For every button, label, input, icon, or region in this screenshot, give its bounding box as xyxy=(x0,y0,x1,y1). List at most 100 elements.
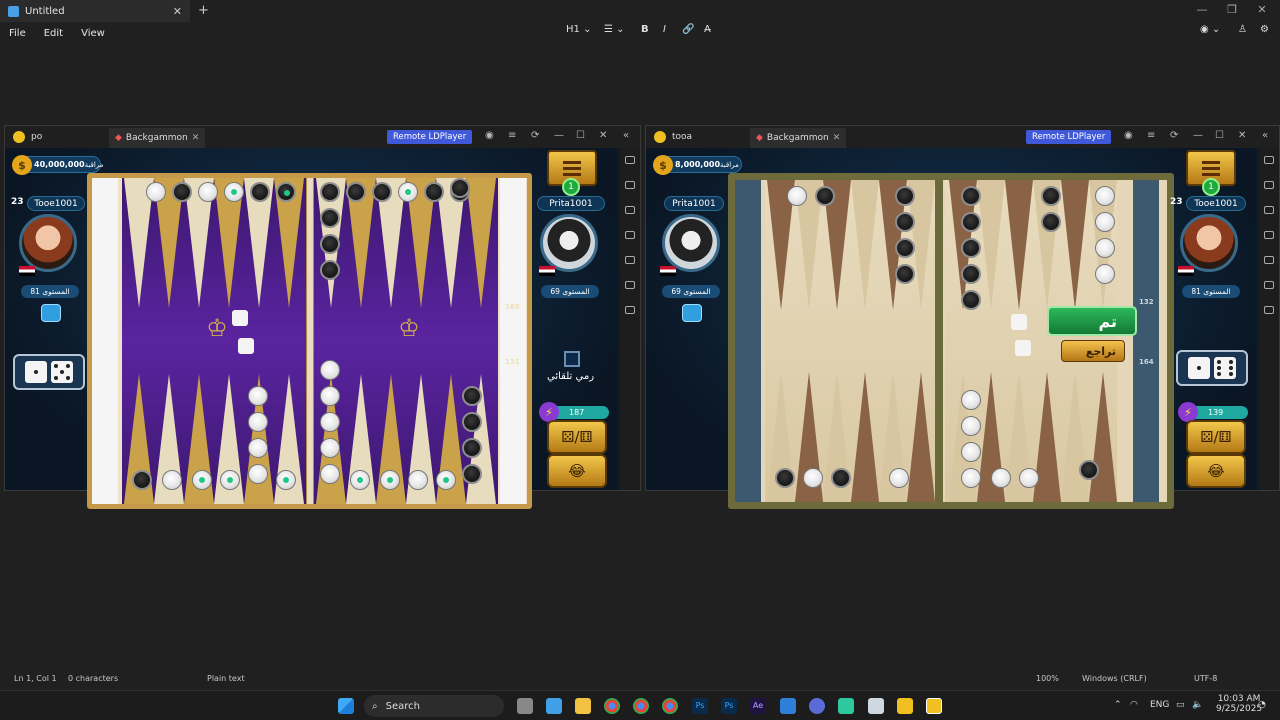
checker[interactable] xyxy=(961,264,981,284)
zoom-level[interactable]: 100% xyxy=(1036,674,1059,683)
checker[interactable] xyxy=(220,470,240,490)
screenshot-icon[interactable] xyxy=(625,256,635,264)
backgammon-board[interactable]: ♔ ♔ 169 131 xyxy=(87,173,532,509)
checker[interactable] xyxy=(172,182,192,202)
checker[interactable] xyxy=(320,412,340,432)
cursor-position[interactable]: Ln 1, Col 1 xyxy=(14,674,57,683)
checker[interactable] xyxy=(961,290,981,310)
checker[interactable] xyxy=(380,470,400,490)
maximize-icon[interactable]: ❐ xyxy=(1222,3,1242,16)
app-icon[interactable] xyxy=(838,698,854,714)
menu-edit[interactable]: Edit xyxy=(35,28,72,39)
checker[interactable] xyxy=(462,438,482,458)
board-point[interactable] xyxy=(851,180,879,310)
chevron-up-icon[interactable]: ⌃ xyxy=(1114,700,1122,710)
player-avatar[interactable] xyxy=(662,214,720,272)
collapse-icon[interactable]: « xyxy=(1262,130,1268,141)
checker[interactable] xyxy=(1095,186,1115,206)
checker[interactable] xyxy=(146,182,166,202)
double-dice-button[interactable]: ⚄/⚅ xyxy=(547,420,607,454)
checker[interactable] xyxy=(961,390,981,410)
network-icon[interactable]: ▭ xyxy=(1176,700,1185,710)
collapse-icon[interactable]: « xyxy=(623,130,629,141)
bold-button[interactable]: B xyxy=(641,24,649,35)
close-icon[interactable]: ✕ xyxy=(599,130,607,141)
account-icon[interactable]: ◉ xyxy=(485,130,494,141)
checker[interactable] xyxy=(1019,468,1039,488)
checker[interactable] xyxy=(450,178,470,198)
checker[interactable] xyxy=(1079,460,1099,480)
checker[interactable] xyxy=(787,186,807,206)
checker[interactable] xyxy=(224,182,244,202)
game-view[interactable]: $ 40,000,000 مراقبة 23 Tooe1001 المستوى … xyxy=(5,148,617,509)
task-view-icon[interactable] xyxy=(517,698,533,714)
checker[interactable] xyxy=(320,386,340,406)
clock[interactable]: 10:03 AM 9/25/2025 xyxy=(1216,694,1262,714)
sidebar-icon[interactable] xyxy=(625,156,635,164)
heading-dropdown[interactable]: H1 ⌄ xyxy=(566,24,591,35)
checker[interactable] xyxy=(462,386,482,406)
checker[interactable] xyxy=(248,438,268,458)
start-icon[interactable] xyxy=(338,698,354,714)
italic-button[interactable]: I xyxy=(663,24,666,35)
double-dice-button[interactable]: ⚄/⚅ xyxy=(1186,420,1246,454)
checker[interactable] xyxy=(815,186,835,206)
chrome-icon[interactable] xyxy=(604,698,620,714)
menu-icon[interactable]: ≡ xyxy=(508,130,516,141)
account-icon[interactable]: ♙ xyxy=(1238,24,1247,35)
close-window-icon[interactable]: ✕ xyxy=(1252,3,1272,16)
menu-icon[interactable]: ≡ xyxy=(1147,130,1155,141)
minimize-icon[interactable]: — xyxy=(554,130,564,141)
volume-icon[interactable]: 🔈 xyxy=(1192,700,1203,710)
checker[interactable] xyxy=(250,182,270,202)
checker[interactable] xyxy=(961,212,981,232)
player-avatar[interactable] xyxy=(19,214,77,272)
close-tab-icon[interactable]: ✕ xyxy=(173,5,182,18)
close-icon[interactable]: ✕ xyxy=(1238,130,1246,141)
sidebar-icon[interactable] xyxy=(1264,156,1274,164)
checker[interactable] xyxy=(372,182,392,202)
board-point[interactable] xyxy=(466,178,496,308)
checker[interactable] xyxy=(346,182,366,202)
list-icon[interactable]: ☰ ⌄ xyxy=(604,24,625,35)
emulator-tab[interactable]: ◆ Backgammon ✕ xyxy=(750,128,846,148)
checker[interactable] xyxy=(961,186,981,206)
after-effects-icon[interactable]: Ae xyxy=(750,698,766,714)
checker[interactable] xyxy=(132,470,152,490)
chrome-icon[interactable] xyxy=(662,698,678,714)
checker[interactable] xyxy=(320,360,340,380)
checker[interactable] xyxy=(961,238,981,258)
ldplayer-icon[interactable] xyxy=(926,698,942,714)
board-point[interactable] xyxy=(1089,372,1117,502)
checker[interactable] xyxy=(961,442,981,462)
notepad-icon[interactable] xyxy=(546,698,562,714)
photoshop-icon[interactable]: Ps xyxy=(721,698,737,714)
volume-down-icon[interactable] xyxy=(625,231,635,239)
undo-button[interactable]: تراجع xyxy=(1061,340,1125,362)
chat-icon[interactable] xyxy=(682,304,702,322)
line-ending[interactable]: Windows (CRLF) xyxy=(1082,674,1147,683)
maximize-icon[interactable]: ☐ xyxy=(576,130,585,141)
text-mode[interactable]: Plain text xyxy=(207,674,245,683)
backgammon-board[interactable]: 132 164 تم تراجع xyxy=(728,173,1174,509)
search-box[interactable]: ⌕ Search xyxy=(364,695,504,717)
checker[interactable] xyxy=(248,386,268,406)
checker[interactable] xyxy=(775,468,795,488)
checker[interactable] xyxy=(1095,238,1115,258)
ldplayer-icon[interactable] xyxy=(897,698,913,714)
checker[interactable] xyxy=(162,470,182,490)
close-tab-icon[interactable]: ✕ xyxy=(833,133,841,143)
roll-dice-button[interactable] xyxy=(13,354,85,390)
encoding[interactable]: UTF-8 xyxy=(1194,674,1217,683)
app-icon[interactable] xyxy=(780,698,796,714)
minimize-icon[interactable]: — xyxy=(1192,3,1212,16)
minimize-icon[interactable]: — xyxy=(1193,130,1203,141)
emoji-button[interactable]: 😂 xyxy=(547,454,607,488)
checker[interactable] xyxy=(320,464,340,484)
remote-ldplayer-button[interactable]: Remote LDPlayer xyxy=(1026,130,1112,144)
app-icon[interactable] xyxy=(868,698,884,714)
more-icon[interactable] xyxy=(1264,306,1274,314)
notification-icon[interactable]: ◔ xyxy=(1258,700,1266,710)
checker[interactable] xyxy=(1095,264,1115,284)
checker[interactable] xyxy=(889,468,909,488)
